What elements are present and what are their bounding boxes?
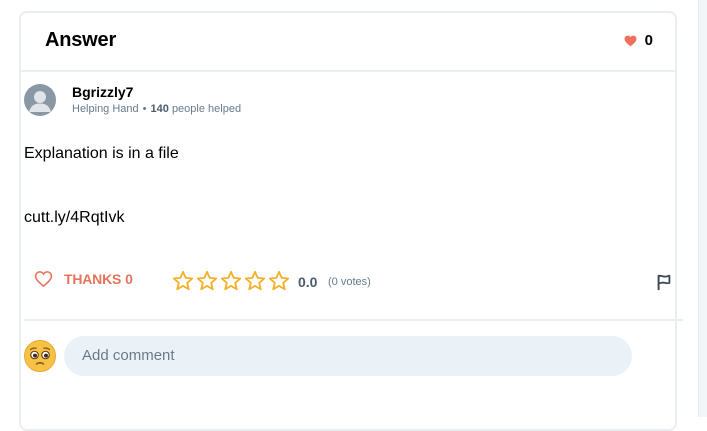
heart-filled-icon	[624, 35, 637, 46]
answer-text-line: Explanation is in a file	[24, 145, 179, 162]
flag-icon[interactable]	[655, 273, 673, 291]
helped-label: people helped	[171, 103, 242, 115]
rating-stars	[172, 270, 292, 292]
pleading-face-emoji-icon	[24, 340, 56, 372]
heart-outline-icon	[34, 271, 53, 288]
page-edge-panel	[698, 0, 707, 417]
rating-value: 0.0	[298, 274, 318, 290]
star-outline-icon[interactable]	[268, 270, 290, 292]
add-comment-input[interactable]	[64, 336, 632, 376]
helped-count: 140	[150, 103, 169, 115]
thanks-button[interactable]: THANKS 0	[34, 270, 133, 288]
likes-count: 0	[644, 32, 653, 49]
votes-count: (0 votes)	[328, 276, 371, 288]
star-outline-icon[interactable]	[220, 270, 242, 292]
thanks-count: 0	[125, 271, 133, 287]
comments-divider	[24, 319, 683, 321]
user-avatar-icon[interactable]	[24, 84, 56, 116]
answer-actions: THANKS 0 0.0 (0 votes)	[24, 270, 683, 320]
thanks-label: THANKS	[64, 271, 122, 287]
answer-title: Answer	[45, 29, 117, 51]
author-meta: Helping Hand • 140 people helped	[72, 103, 241, 115]
author-rank: Helping Hand	[72, 103, 139, 115]
star-outline-icon[interactable]	[172, 270, 194, 292]
answer-link-text: cutt.ly/4RqtIvk	[24, 209, 125, 226]
author-name[interactable]: Bgrizzly7	[72, 84, 133, 100]
meta-separator: •	[142, 103, 147, 115]
likes-counter: 0	[624, 32, 653, 49]
star-outline-icon[interactable]	[196, 270, 218, 292]
star-outline-icon[interactable]	[244, 270, 266, 292]
answer-header: Answer 0	[21, 13, 675, 72]
